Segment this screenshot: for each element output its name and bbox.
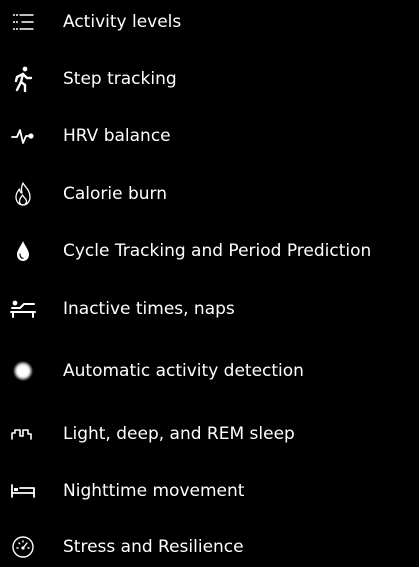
feature-label: Step tracking [63,69,177,89]
feature-item-cycle-tracking: Cycle Tracking and Period Prediction [0,231,419,271]
walking-person-icon [9,65,37,93]
feature-item-calorie-burn: Calorie burn [0,174,419,214]
feature-label: Inactive times, naps [63,299,235,319]
feature-item-inactive-times: Inactive times, naps [0,289,419,329]
feature-label: HRV balance [63,126,171,146]
flame-icon [9,180,37,208]
feature-item-stress-and-resilience: Stress and Resilience [0,527,419,567]
feature-label: Activity levels [63,12,182,32]
feature-list: Activity levels Step tracking HRV balanc… [0,0,419,559]
reclining-person-icon [9,295,37,323]
feature-item-activity-levels: Activity levels [0,2,419,42]
feature-item-sleep-stages: Light, deep, and REM sleep [0,414,419,454]
list-icon [9,8,37,36]
sleep-stages-icon [9,420,37,448]
feature-label: Cycle Tracking and Period Prediction [63,241,372,261]
bed-icon [9,477,37,505]
heartbeat-pulse-icon [9,122,37,150]
gauge-icon [9,533,37,561]
feature-label: Automatic activity detection [63,361,304,381]
feature-item-hrv-balance: HRV balance [0,116,419,156]
feature-label: Nighttime movement [63,481,245,501]
feature-item-nighttime-movement: Nighttime movement [0,471,419,511]
droplet-icon [9,237,37,265]
glowing-dot-icon [9,357,37,385]
feature-item-automatic-activity-detection: Automatic activity detection [0,351,419,391]
feature-item-step-tracking: Step tracking [0,59,419,99]
feature-label: Stress and Resilience [63,537,244,557]
feature-label: Light, deep, and REM sleep [63,424,295,444]
feature-label: Calorie burn [63,184,168,204]
